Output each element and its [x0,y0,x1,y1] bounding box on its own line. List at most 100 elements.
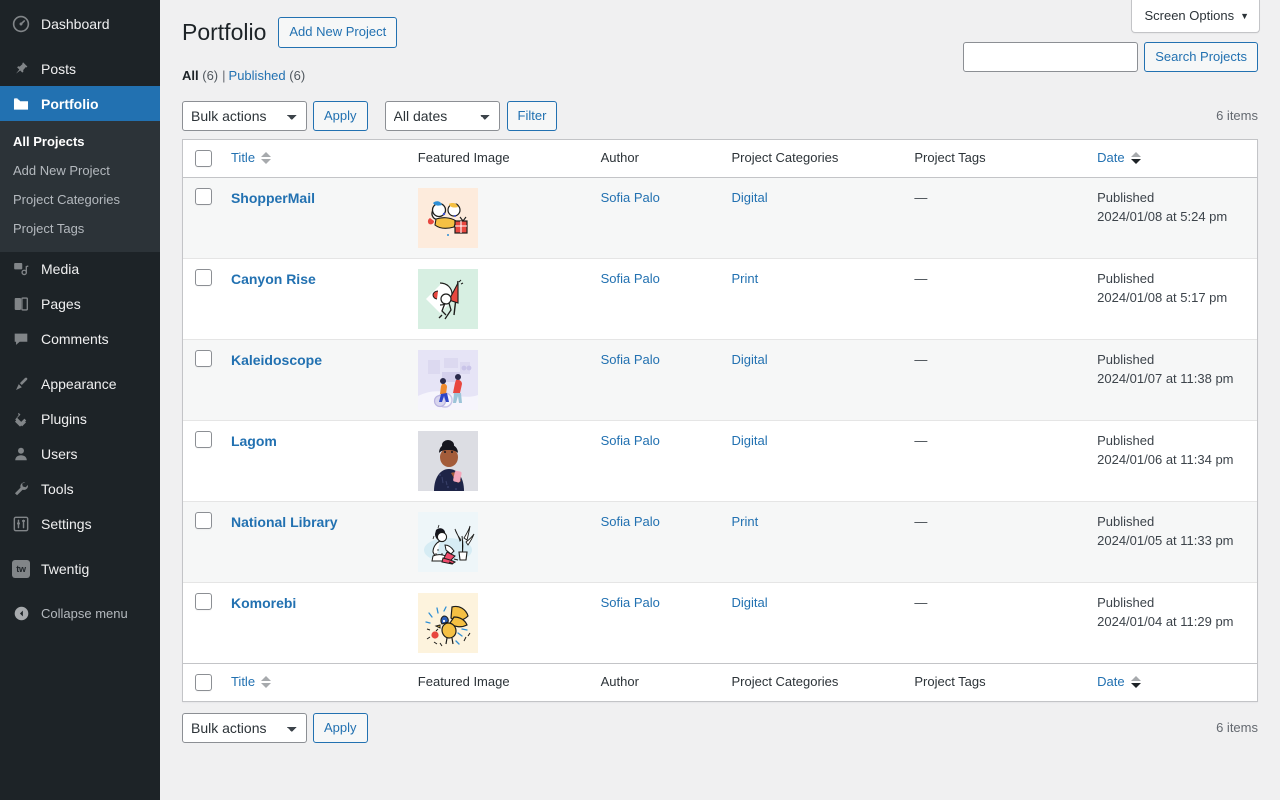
row-featured-image-cell [407,178,591,259]
column-footer-project-categories: Project Categories [721,662,905,701]
category-link[interactable]: Print [731,271,758,286]
date-status: Published [1097,513,1155,529]
sidebar-item-comments[interactable]: Comments [0,322,160,357]
category-link[interactable]: Digital [731,190,767,205]
bulk-actions-select-bottom[interactable]: Bulk actions [182,712,307,743]
category-link[interactable]: Digital [731,433,767,448]
bulk-actions-select-top[interactable]: Bulk actions [182,100,307,131]
sidebar-item-label: Posts [41,60,77,77]
row-date-cell: Published 2024/01/08 at 5:17 pm [1087,259,1257,340]
bulk-actions-group-bottom: Bulk actions Apply [182,712,368,743]
row-featured-image-cell [407,421,591,502]
sliders-icon [11,514,31,534]
page-wrap: Portfolio Add New Project All (6) | Publis… [160,0,1280,743]
sidebar-item-settings[interactable]: Settings [0,507,160,542]
sidebar-item-tools[interactable]: Tools [0,472,160,507]
view-published-link[interactable]: Published [229,68,286,83]
sort-title-link-top[interactable]: Title [231,150,272,167]
submenu-item-project-tags[interactable]: Project Tags [0,215,160,244]
project-title-link[interactable]: Kaleidoscope [231,352,322,368]
column-footer-author: Author [590,662,722,701]
add-new-project-button[interactable]: Add New Project [278,16,398,49]
column-header-date-label: Date [1097,149,1125,165]
sort-date-link-top[interactable]: Date [1097,149,1141,167]
sidebar-item-pages[interactable]: Pages [0,287,160,322]
row-checkbox[interactable] [195,511,212,529]
row-featured-image-cell [407,340,591,421]
kaleidoscope-thumbnail [417,349,478,410]
row-select-cell [183,421,223,502]
row-author-cell: Sofia Palo [591,583,722,663]
shoppermail-thumbnail [417,187,478,248]
sidebar-item-plugins[interactable]: Plugins [0,402,160,437]
row-checkbox[interactable] [195,349,212,367]
project-title-link[interactable]: ShopperMail [231,190,315,206]
column-header-featured-image: Featured Image [407,139,591,178]
row-tags-cell: — [904,259,1088,340]
submenu-item-add-new-project[interactable]: Add New Project [0,157,160,186]
row-title-cell: Komorebi [223,583,408,663]
project-title-link[interactable]: Canyon Rise [231,271,316,287]
row-select-cell [183,502,223,583]
sidebar-item-dashboard[interactable]: Dashboard [0,6,160,41]
category-link[interactable]: Print [731,514,758,529]
author-link[interactable]: Sofia Palo [601,433,660,448]
sort-date-link-bottom[interactable]: Date [1097,674,1141,691]
row-title-cell: ShopperMail [222,178,408,259]
sort-title-link-bottom[interactable]: Title [231,674,272,691]
author-link[interactable]: Sofia Palo [601,352,660,367]
sidebar-item-users[interactable]: Users [0,437,160,472]
date-status: Published [1097,432,1155,448]
category-link[interactable]: Digital [731,595,767,610]
row-checkbox[interactable] [195,592,212,610]
select-all-checkbox-top[interactable] [195,149,212,167]
author-link[interactable]: Sofia Palo [601,190,660,205]
sidebar-item-posts[interactable]: Posts [0,51,160,86]
sidebar-item-label: Portfolio [41,95,99,112]
sidebar-item-twentig[interactable]: tw Twentig [0,552,160,587]
date-filter-group: All dates Filter [384,100,558,131]
submenu-item-all-projects[interactable]: All Projects [0,128,160,157]
sidebar-item-portfolio[interactable]: Portfolio [0,86,168,121]
sidebar-item-label: Tools [41,481,74,498]
row-checkbox[interactable] [195,187,212,205]
national-library-thumbnail [417,511,478,572]
date-filter-select[interactable]: All dates [384,100,500,131]
tags-value: — [914,189,928,205]
screen-options-button[interactable]: Screen Options ▼ [1131,0,1260,34]
row-tags-cell: — [904,502,1088,583]
sort-indicator-title [261,150,272,166]
table-head: Title Featured Image Author Project Cate… [183,139,1257,178]
row-categories-cell: Print [721,502,905,583]
project-title-link[interactable]: Lagom [231,433,277,449]
author-link[interactable]: Sofia Palo [601,271,660,286]
project-title-link[interactable]: Komorebi [231,595,296,611]
project-title-link[interactable]: National Library [231,514,338,530]
select-all-header [183,139,223,178]
view-all-link[interactable]: All [182,68,199,83]
apply-button-top[interactable]: Apply [313,100,368,131]
search-input[interactable] [963,42,1139,72]
search-projects-button[interactable]: Search Projects [1144,42,1258,72]
row-author-cell: Sofia Palo [590,502,722,583]
row-checkbox[interactable] [195,430,212,448]
collapse-menu-button[interactable]: Collapse menu [0,597,160,631]
filter-button[interactable]: Filter [506,100,558,131]
column-header-title: Title [222,139,408,178]
sidebar-item-media[interactable]: Media [0,252,160,287]
items-count-bottom: 6 items [1216,720,1258,736]
sidebar-item-appearance[interactable]: Appearance [0,367,160,402]
category-link[interactable]: Digital [731,352,767,367]
author-link[interactable]: Sofia Palo [601,514,660,529]
sidebar-item-label: Twentig [41,561,90,578]
date-status: Published [1097,351,1155,367]
sidebar-item-label: Dashboard [41,15,110,32]
select-all-checkbox-bottom[interactable] [195,673,212,691]
sidebar-separator-3 [0,542,160,552]
apply-button-bottom[interactable]: Apply [313,712,368,743]
submenu-item-project-categories[interactable]: Project Categories [0,186,160,215]
tags-value: — [914,513,928,529]
author-link[interactable]: Sofia Palo [601,595,660,610]
row-date-cell: Published 2024/01/08 at 5:24 pm [1087,178,1257,259]
row-checkbox[interactable] [195,268,212,286]
